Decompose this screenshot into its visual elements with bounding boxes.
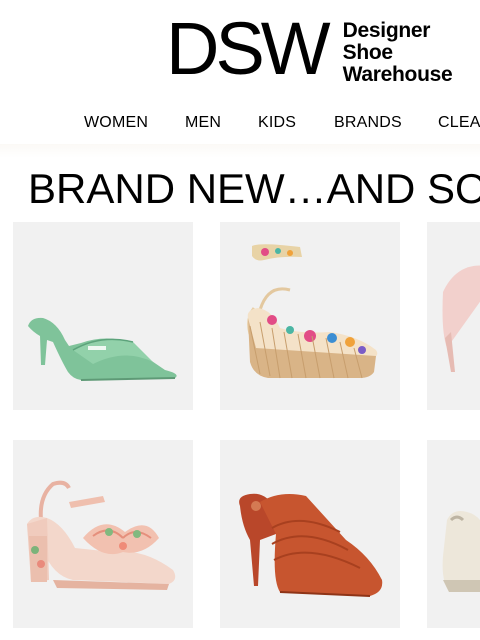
product-card[interactable] xyxy=(13,222,193,410)
product-grid xyxy=(0,0,480,640)
product-card[interactable] xyxy=(427,440,480,628)
product-card[interactable] xyxy=(220,222,400,410)
product-card[interactable] xyxy=(13,440,193,628)
floral-block-heel-sandal-image xyxy=(27,480,176,590)
product-card[interactable] xyxy=(427,222,480,410)
mint-heeled-mule-image xyxy=(28,317,177,381)
cream-sneaker-image xyxy=(442,511,480,592)
blush-pump-image xyxy=(442,265,480,372)
floral-wedge-sandal-image xyxy=(247,244,378,379)
product-card[interactable] xyxy=(220,440,400,628)
rust-heeled-mule-image xyxy=(239,493,383,597)
